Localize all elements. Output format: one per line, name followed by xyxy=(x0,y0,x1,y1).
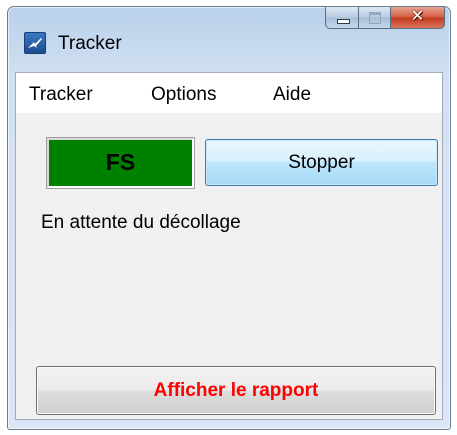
window-title: Tracker xyxy=(58,33,122,54)
menu-item-options[interactable]: Options xyxy=(151,84,216,106)
plane-takeoff-icon xyxy=(24,32,46,54)
close-button[interactable]: ✕ xyxy=(391,7,445,29)
minimize-icon xyxy=(337,19,350,24)
fs-status-indicator: FS xyxy=(46,137,195,189)
tracker-window: Tracker ✕ Tracker Options Aide FS Stoppe… xyxy=(7,6,451,430)
status-label: En attente du décollage xyxy=(41,212,241,233)
show-report-button[interactable]: Afficher le rapport xyxy=(36,366,436,415)
stop-button[interactable]: Stopper xyxy=(205,139,438,186)
minimize-button[interactable] xyxy=(325,7,359,29)
menu-bar: Tracker Options Aide xyxy=(16,73,442,114)
menu-item-tracker[interactable]: Tracker xyxy=(29,84,93,106)
title-bar[interactable]: Tracker ✕ xyxy=(8,7,450,67)
maximize-button[interactable] xyxy=(359,7,391,29)
client-area: Tracker Options Aide FS Stopper En atten… xyxy=(15,72,443,420)
caption-buttons: ✕ xyxy=(325,7,445,31)
close-icon: ✕ xyxy=(410,8,425,25)
menu-item-aide[interactable]: Aide xyxy=(273,84,311,106)
maximize-icon xyxy=(369,12,381,24)
